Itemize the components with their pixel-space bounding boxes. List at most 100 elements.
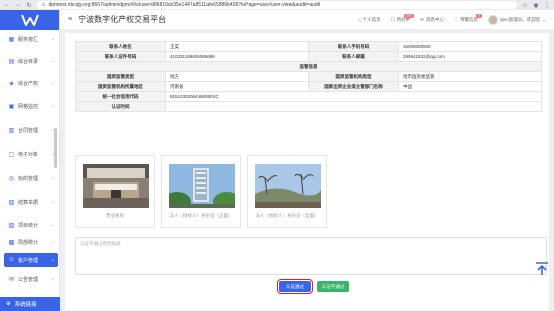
stats-icon: ▩	[8, 239, 15, 246]
logo-icon	[20, 14, 39, 26]
sidebar-item-target[interactable]: ◎ 标的管理 ⌄	[4, 171, 58, 185]
receipt-icon: ▧	[8, 199, 15, 206]
chevron-down-icon: ⌄	[50, 222, 55, 228]
table-row: 联系人证件号码 410331198606066699 联系人邮箱 2956415…	[75, 51, 542, 62]
menu-toggle-icon[interactable]: ≡	[68, 16, 72, 23]
target-icon: ◎	[8, 175, 15, 182]
chevron-down-icon: ⌄	[50, 257, 55, 263]
url-text: dpmtest.nbcqjy.org:8667/admin/dpm/#/to/u…	[48, 2, 321, 8]
id-back-photo[interactable]	[255, 164, 321, 208]
field-label: 国资监管机构类型	[308, 71, 399, 82]
sidebar-item-project-stats[interactable]: ▨ 项目统计 ⌄	[4, 218, 58, 232]
main-content: 联系人姓名 王昊 联系人手机号码 15000000000 联系人证件号码 410…	[64, 32, 550, 311]
chevron-down-icon: ⌄	[50, 199, 55, 205]
sidebar-item-settlement[interactable]: ▧ 结算单据 ⌄	[4, 195, 58, 209]
sidebar-item-property[interactable]: ◈ 综合产权 ⌄	[4, 76, 58, 90]
sidebar-item-notice[interactable]: ✉ 公告管理 ⌄	[4, 272, 58, 286]
shield-icon: ◈	[9, 80, 14, 87]
system-link-button[interactable]: ⊕ 系统链接	[0, 297, 60, 311]
sidebar-item-local-stats[interactable]: ▩ 局部统计 ⌄	[4, 235, 58, 249]
field-label: 联系人邮箱	[308, 51, 399, 62]
rejection-reason-input[interactable]: 认证不通过原因描述	[75, 237, 547, 275]
field-value: 中国	[398, 81, 542, 92]
menu-icon[interactable]: ⋮	[544, 2, 550, 9]
field-label: 统一社会信用代码	[75, 91, 166, 102]
sidebar-item-monitor[interactable]: ▣ 网格监控 ⌄	[4, 99, 58, 113]
image-card-license[interactable]: 营业执照	[75, 155, 155, 228]
chevron-down-icon: ⌄	[50, 103, 55, 109]
top-header: ≡ 宁波数字化产权交易平台 ⌂ 个人首页 ☐ 待办中 999 ✉ 消息中心 ♡ …	[60, 10, 554, 30]
todo-icon: ☐	[390, 16, 395, 22]
field-label: 国资监管机构所属地区	[75, 81, 166, 92]
back-icon[interactable]: ←	[4, 2, 10, 8]
chevron-down-icon: ⌄	[50, 175, 55, 181]
logo[interactable]	[0, 10, 59, 30]
avatar	[487, 14, 498, 25]
link-icon: ⊕	[6, 301, 11, 307]
field-label: 联系人姓名	[75, 41, 166, 52]
field-label: 联系人证件号码	[75, 51, 166, 62]
sidebar-item-catalog[interactable]: ▤ 综合目录 ⌄	[4, 54, 58, 68]
sidebar-scrollbar[interactable]	[54, 128, 57, 168]
field-label: 联系人手机号码	[308, 41, 399, 52]
image-card-id-back[interactable]: 法人（授权人）身份证（反面）	[247, 155, 327, 228]
approve-button[interactable]: 认证通过	[277, 279, 313, 294]
warning-icon: ♡	[453, 16, 458, 22]
attachment-gallery: 营业执照 法人（授权人）身份证（正面） 法人（授权人）身份证（反面）	[75, 155, 327, 228]
field-value: 河南省	[165, 81, 309, 92]
home-icon: ⌂	[357, 17, 361, 22]
header-link-warning[interactable]: ♡ 预警信息 9	[453, 13, 482, 23]
grid-icon: ▦	[8, 36, 15, 43]
star-icon[interactable]: ☆	[522, 2, 528, 9]
sidebar-item-contract[interactable]: ▥ 合同管理 ⌄	[4, 123, 58, 137]
device-icon: ▢	[8, 151, 15, 158]
back-to-top-icon[interactable]	[535, 262, 549, 276]
field-value: 王昊	[165, 41, 309, 52]
message-icon: ✉	[420, 16, 424, 22]
field-label: 国家出资企业或主管部门名称	[308, 81, 399, 92]
folder-icon: ▤	[8, 58, 15, 65]
section-title: 监管信息	[75, 61, 542, 72]
chevron-down-icon: ⌄	[542, 16, 546, 22]
field-value	[165, 101, 542, 112]
chevron-down-icon: ⌄	[50, 80, 55, 86]
profile-icon[interactable]: ◉	[533, 2, 539, 9]
id-front-photo[interactable]	[169, 164, 235, 208]
field-label: 国资监管类型	[75, 71, 166, 82]
chevron-down-icon: ⌄	[50, 58, 55, 64]
notice-icon: ✉	[8, 276, 15, 283]
license-photo[interactable]	[83, 164, 149, 208]
sidebar: ▦ 服务窗汇 ⌄ ▤ 综合目录 ⌄ ◈ 综合产权 ⌄ ▣ 网格监控 ⌄ ▥ 合同…	[0, 10, 60, 311]
header-link-home[interactable]: ⌂ 个人首页	[358, 17, 381, 23]
table-row: 统一社会信用代码 91510302064456080XC	[75, 91, 542, 102]
field-value: 15000000000	[398, 41, 542, 52]
sidebar-item-device[interactable]: ▢ 电子对象 ⌄	[4, 147, 58, 161]
user-menu[interactable]: dpm管理员，欢迎您 ⌄	[487, 14, 546, 25]
table-row: 联系人姓名 王昊 联系人手机号码 15000000000	[75, 41, 542, 52]
monitor-icon: ▣	[8, 103, 15, 110]
chart-icon: ▨	[8, 222, 15, 229]
user-icon: ☺	[8, 257, 15, 263]
table-row: 国资监管机构所属地区 河南省 国家出资企业或主管部门名称 中国	[75, 81, 542, 92]
sidebar-item-customer[interactable]: ☺ 客户管理 ⌄	[4, 253, 58, 267]
address-bar[interactable]: ⚠ dpmtest.nbcqjy.org:8667/admin/dpm/#/to…	[37, 1, 517, 9]
field-value: 295641532@qq.com	[398, 51, 542, 62]
sidebar-item-service[interactable]: ▦ 服务窗汇 ⌄	[4, 32, 58, 46]
image-caption: 法人（授权人）身份证（正面）	[169, 213, 233, 218]
table-row: 国资监管类型 地方 国资监管机构类型 地市国资委监管	[75, 71, 542, 82]
field-value: 地市国资委监管	[398, 71, 542, 82]
reject-button[interactable]: 认证不通过	[317, 281, 349, 292]
image-card-id-front[interactable]: 法人（授权人）身份证（正面）	[161, 155, 241, 228]
reload-icon[interactable]: ↻	[26, 2, 32, 9]
field-value: 410331198606066699	[165, 51, 309, 62]
browser-toolbar: ← → ↻ ⚠ dpmtest.nbcqjy.org:8667/admin/dp…	[0, 0, 554, 10]
header-link-messages[interactable]: ✉ 消息中心	[420, 17, 444, 23]
image-caption: 法人（授权人）身份证（反面）	[255, 213, 319, 218]
chevron-down-icon: ⌄	[50, 36, 55, 42]
header-link-todo[interactable]: ☐ 待办中 999	[390, 13, 415, 23]
page-title: 宁波数字化产权交易平台	[78, 15, 167, 24]
todo-badge: 999	[404, 13, 415, 18]
forward-icon[interactable]: →	[15, 2, 21, 8]
warning-badge: 9	[476, 13, 482, 18]
chevron-down-icon: ⌄	[50, 276, 55, 282]
